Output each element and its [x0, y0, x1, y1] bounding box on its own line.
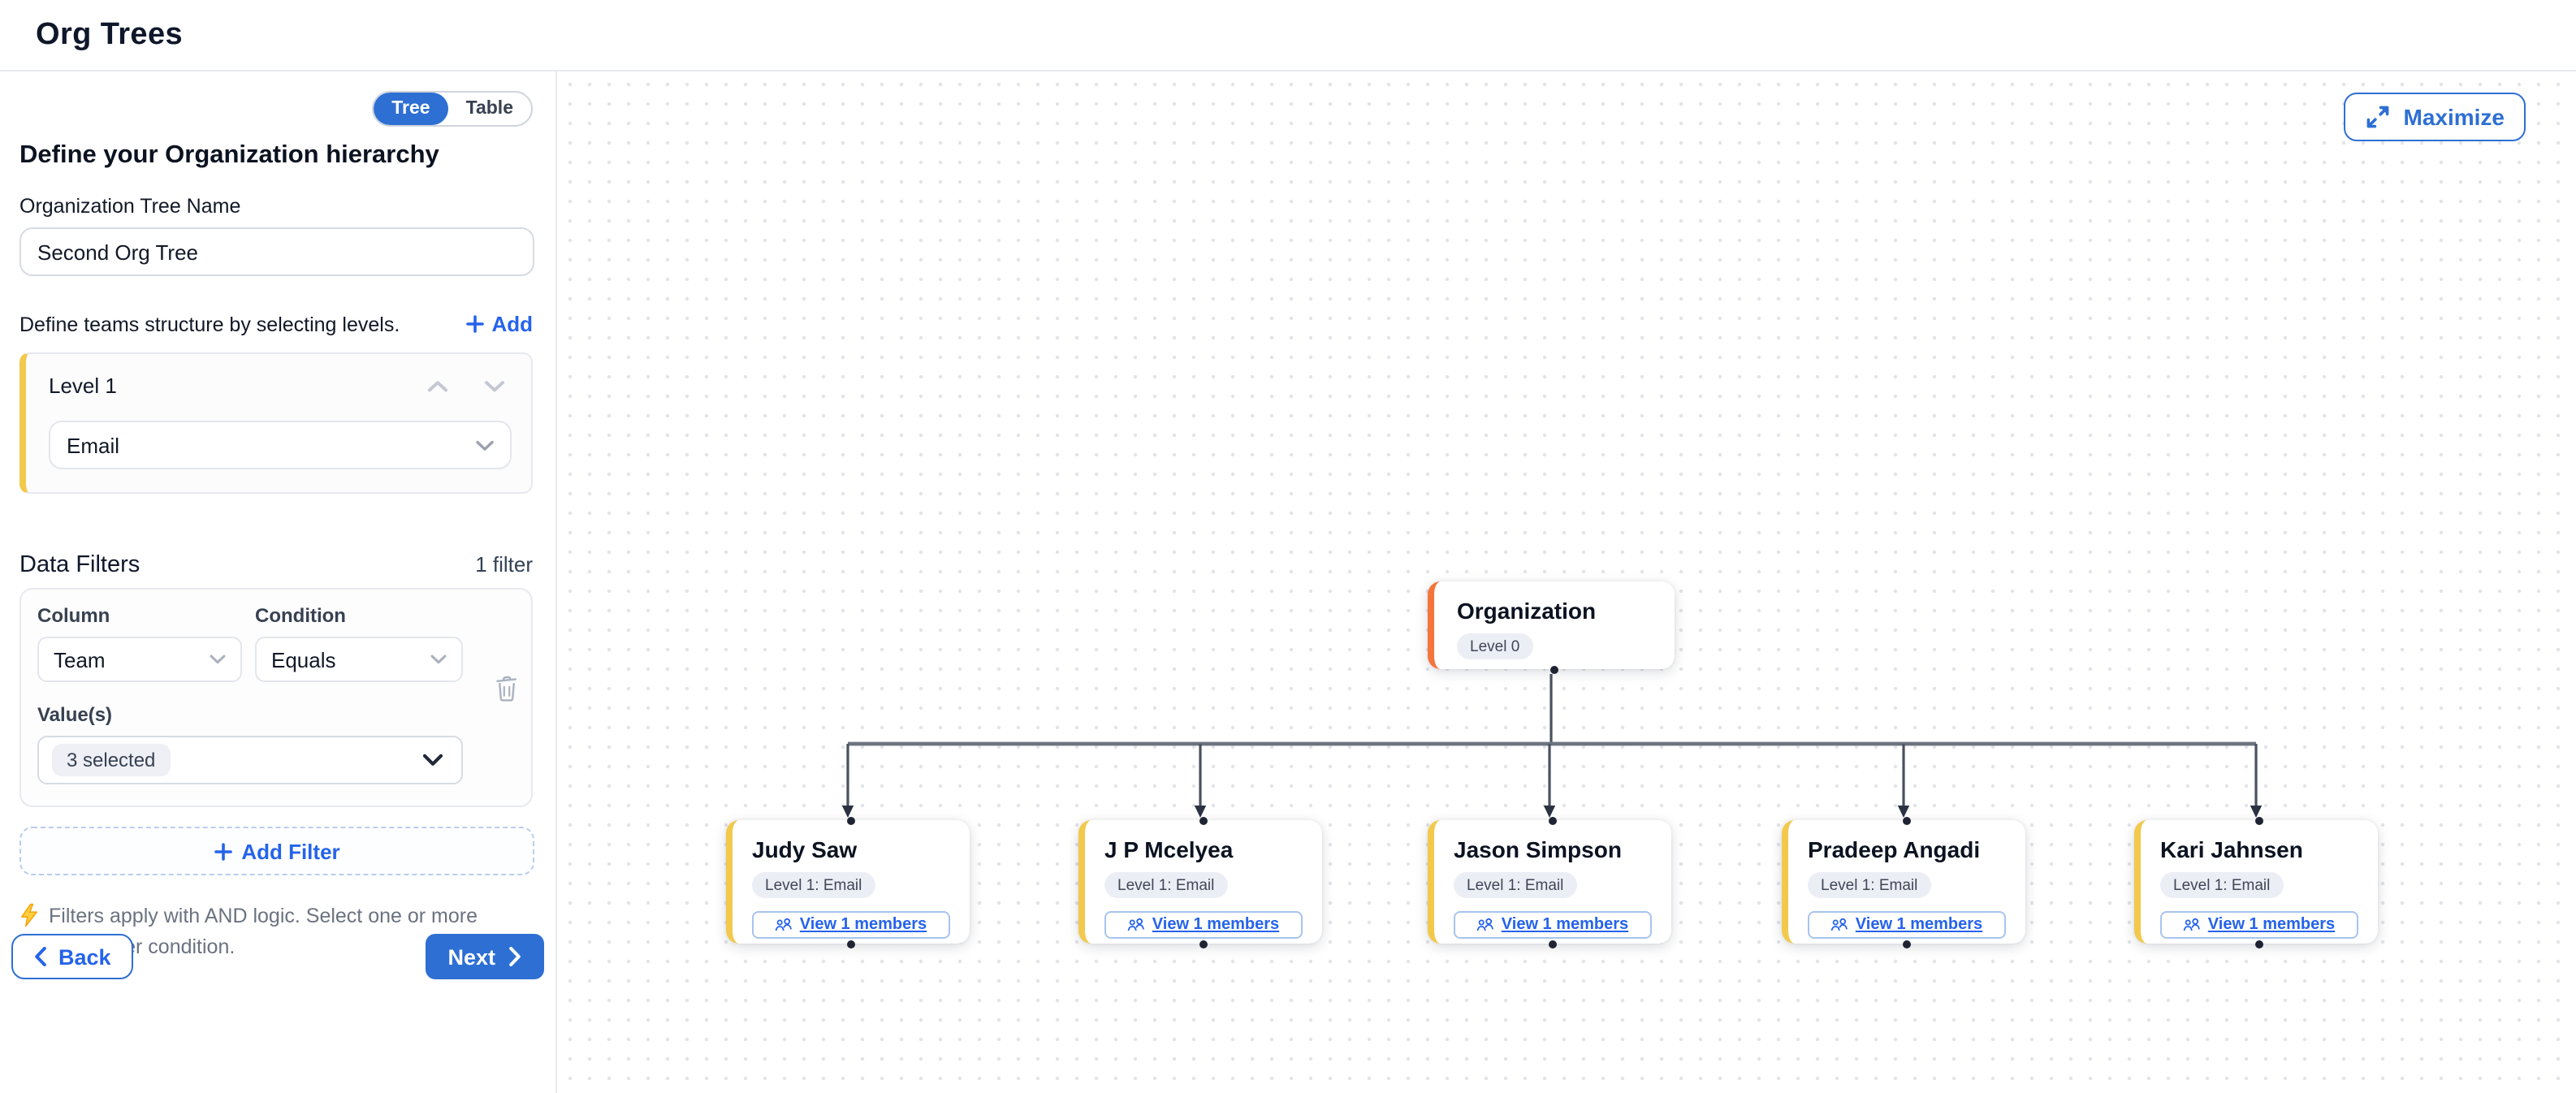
filter-column-value: Team	[54, 647, 106, 672]
node-title: Judy Saw	[752, 836, 950, 862]
connector-handle	[1549, 816, 1557, 824]
org-node-j-p-mcelyea[interactable]: J P Mcelyea Level 1: Email View 1 member…	[1078, 820, 1322, 944]
org-tree-canvas[interactable]: Maximize	[557, 71, 2576, 1093]
filter-card: Column Team Condition Equals	[19, 588, 533, 807]
connector-handle	[847, 816, 855, 824]
chevron-down-icon	[476, 439, 494, 451]
node-level-badge: Level 1: Email	[752, 872, 875, 898]
connector-handle	[1199, 816, 1208, 824]
values-label: Value(s)	[37, 703, 515, 726]
add-level-label: Add	[491, 312, 533, 336]
view-members-button[interactable]: View 1 members	[1808, 911, 2006, 939]
next-label: Next	[447, 944, 495, 969]
scrollbar-gutter	[2566, 71, 2576, 1093]
add-level-button[interactable]: Add	[465, 312, 533, 336]
filter-values-select[interactable]: 3 selected	[37, 736, 463, 784]
connector-handle	[1903, 940, 1911, 948]
maximize-label: Maximize	[2404, 104, 2505, 130]
users-icon	[1477, 918, 1495, 932]
connector-handle	[2255, 940, 2263, 948]
sidebar-heading: Define your Organization hierarchy	[19, 141, 533, 171]
view-members-button[interactable]: View 1 members	[1454, 911, 1652, 939]
connector-handle	[1903, 816, 1911, 824]
org-node-kari-jahnsen[interactable]: Kari Jahnsen Level 1: Email View 1 membe…	[2134, 820, 2378, 944]
condition-label: Condition	[255, 604, 463, 627]
filter-condition-select[interactable]: Equals	[255, 637, 463, 682]
toggle-table[interactable]: Table	[448, 93, 531, 125]
move-level-down-button[interactable]	[484, 379, 505, 392]
page-header: Org Trees	[0, 0, 2576, 71]
node-level-badge: Level 1: Email	[2160, 872, 2283, 898]
node-level-badge: Level 1: Email	[1808, 872, 1930, 898]
users-icon	[776, 918, 793, 932]
chevron-right-icon	[508, 947, 521, 966]
org-node-pradeep-angadi[interactable]: Pradeep Angadi Level 1: Email View 1 mem…	[1782, 820, 2025, 944]
view-members-label: View 1 members	[1502, 916, 1628, 934]
node-level-badge: Level 1: Email	[1454, 872, 1576, 898]
data-filters-heading: Data Filters	[19, 552, 140, 578]
chevron-down-icon	[484, 379, 505, 392]
chevron-down-icon	[210, 655, 226, 664]
org-node-judy-saw[interactable]: Judy Saw Level 1: Email View 1 members	[726, 820, 970, 944]
view-members-label: View 1 members	[800, 916, 927, 934]
plus-icon	[465, 315, 483, 333]
next-button[interactable]: Next	[425, 934, 544, 979]
chevron-down-icon	[422, 754, 443, 767]
move-level-up-button[interactable]	[427, 379, 448, 392]
filter-condition-value: Equals	[271, 647, 336, 672]
org-node-jason-simpson[interactable]: Jason Simpson Level 1: Email View 1 memb…	[1428, 820, 1671, 944]
filter-column-select[interactable]: Team	[37, 637, 242, 682]
view-members-label: View 1 members	[2208, 916, 2335, 934]
connector-handle	[1549, 940, 1557, 948]
connector-handle	[847, 940, 855, 948]
back-label: Back	[58, 944, 111, 969]
org-trees-app: Org Trees Tree Table Define your Organiz…	[0, 0, 2576, 1093]
users-icon	[1831, 918, 1849, 932]
level-column-select[interactable]: Email	[49, 421, 512, 469]
view-members-label: View 1 members	[1152, 916, 1279, 934]
maximize-button[interactable]: Maximize	[2344, 93, 2526, 141]
tree-name-label: Organization Tree Name	[19, 195, 533, 218]
node-title: Kari Jahnsen	[2160, 836, 2358, 862]
node-title: Pradeep Angadi	[1808, 836, 2006, 862]
chevron-down-icon	[430, 655, 447, 664]
add-filter-label: Add Filter	[241, 839, 339, 863]
lightning-icon	[19, 903, 39, 927]
chevron-up-icon	[427, 379, 448, 392]
node-title: Organization	[1457, 598, 1652, 624]
chevron-left-icon	[34, 947, 47, 966]
tree-name-input[interactable]	[19, 227, 534, 276]
connector-handle	[1550, 665, 1558, 673]
values-selected-chip: 3 selected	[52, 744, 170, 776]
tree-table-toggle: Tree Table	[372, 91, 533, 127]
node-title: Jason Simpson	[1454, 836, 1652, 862]
trash-icon	[495, 676, 518, 702]
column-label: Column	[37, 604, 242, 627]
level-title: Level 1	[49, 374, 117, 398]
back-button[interactable]: Back	[11, 934, 134, 979]
levels-hint: Define teams structure by selecting leve…	[19, 313, 400, 335]
hierarchy-sidebar: Tree Table Define your Organization hier…	[0, 71, 557, 1093]
connector-handle	[2255, 816, 2263, 824]
toggle-tree[interactable]: Tree	[374, 93, 447, 125]
filter-count: 1 filter	[475, 552, 533, 577]
users-icon	[2184, 918, 2202, 932]
node-level-badge: Level 0	[1457, 633, 1532, 659]
expand-icon	[2365, 104, 2391, 130]
view-members-label: View 1 members	[1856, 916, 1982, 934]
org-node-root[interactable]: Organization Level 0	[1428, 581, 1675, 669]
view-members-button[interactable]: View 1 members	[752, 911, 950, 939]
add-filter-button[interactable]: Add Filter	[19, 827, 534, 875]
level-column-value: Email	[67, 433, 119, 457]
node-level-badge: Level 1: Email	[1104, 872, 1227, 898]
view-members-button[interactable]: View 1 members	[2160, 911, 2358, 939]
level-card: Level 1 Email	[19, 352, 533, 494]
page-title: Org Trees	[36, 17, 183, 53]
users-icon	[1128, 918, 1146, 932]
node-title: J P Mcelyea	[1104, 836, 1303, 862]
view-members-button[interactable]: View 1 members	[1104, 911, 1303, 939]
delete-filter-button[interactable]	[495, 676, 518, 702]
connector-handle	[1199, 940, 1208, 948]
plus-icon	[214, 842, 231, 860]
